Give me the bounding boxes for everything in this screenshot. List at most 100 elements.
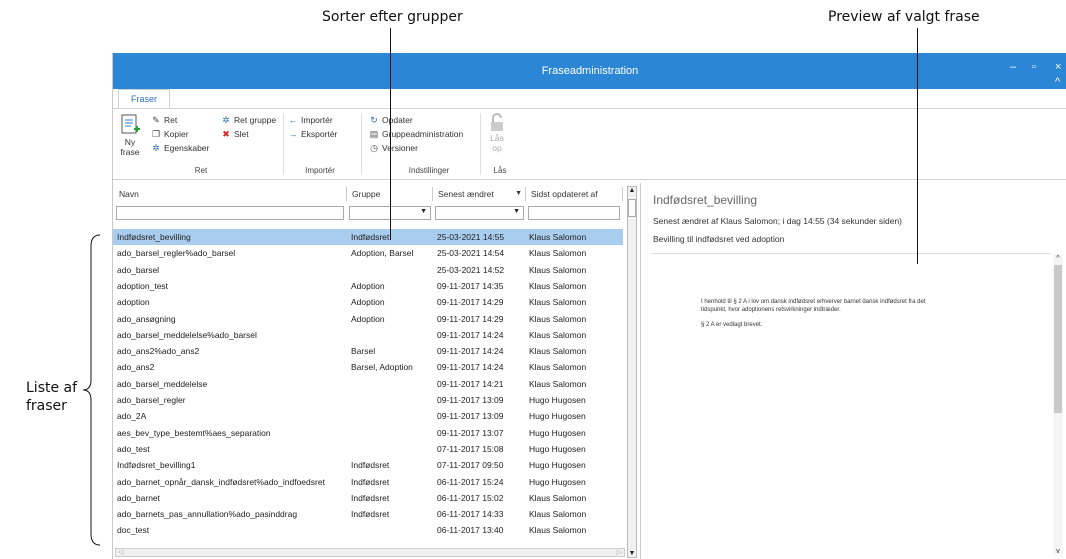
cell-navn: aes_bev_type_bestemt%aes_separation [117, 427, 271, 438]
copy-button[interactable]: ❐ Kopier [151, 129, 189, 139]
cell-af: Klaus Salomon [529, 248, 587, 259]
filter-navn-input[interactable] [116, 206, 344, 220]
table-row[interactable]: ado_ansøgning Adoption 09-11-2017 14:29 Kla… [113, 311, 623, 327]
cell-navn: ado_barsel_regler [117, 395, 186, 405]
cell-dato: 09-11-2017 13:09 [437, 411, 504, 422]
refresh-icon: ↻ [370, 115, 378, 125]
table-row[interactable]: ado_barnets_pas_annullation%ado_pasinddr… [113, 506, 623, 522]
clock-icon: ◷ [370, 143, 378, 153]
table-row[interactable]: Indfødsret_bevilling Indfødsret 25-03-2021… [113, 229, 623, 245]
table-row[interactable]: aes_bev_type_bestemt%aes_separation 09-11… [113, 425, 623, 441]
scroll-down-icon[interactable]: v [1053, 548, 1063, 555]
scroll-thumb[interactable] [628, 199, 636, 217]
maximize-button[interactable]: ▫ [1032, 62, 1036, 73]
ribbon: Ny frase ✎ Ret ❐ Kopier ✲ Egenskaber ✲ Ret g… [113, 108, 1066, 180]
table-row[interactable]: ado_ans2 Barsel, Adoption 09-11-2017 14:24… [113, 359, 623, 375]
scroll-thumb[interactable] [1054, 265, 1062, 413]
cell-navn: ado_barsel_meddelelse%ado_barsel [117, 329, 257, 340]
table-row[interactable]: ado_barnet_opnår_dansk_indfødsret%ado_in… [113, 474, 623, 490]
cell-af: Klaus Salomon [529, 346, 587, 357]
list-scrollbar[interactable]: ▲ ▼ [627, 186, 637, 558]
new-phrase-button[interactable]: Ny frase [119, 113, 141, 157]
annotation-line-sort [390, 28, 391, 240]
cell-navn: ado_barsel_meddelelse [117, 378, 208, 389]
table-row[interactable]: ado_barsel 25-03-2021 14:52 Klaus Salomon [113, 262, 623, 278]
scroll-left-icon[interactable]: ◁ [118, 548, 123, 556]
cell-navn: ado_ans2 [117, 362, 155, 373]
cell-dato: 25-03-2021 14:54 [437, 248, 505, 259]
cell-navn: adoption_test [117, 280, 169, 291]
cell-af: Hugo Hugosen [529, 411, 586, 422]
collapse-ribbon-button[interactable]: ^ [1055, 77, 1060, 88]
cell-af: Klaus Salomon [529, 264, 587, 275]
arrow-right-icon: → [288, 129, 298, 139]
table-row[interactable]: ado_barsel_meddelelse 09-11-2017 14:21 Kla… [113, 376, 623, 392]
filter-senest-select[interactable]: ▼ [435, 206, 524, 220]
properties-button[interactable]: ✲ Egenskaber [151, 143, 209, 153]
table-row[interactable]: ado_barnet Indfødsret 06-11-2017 15:02 Klau… [113, 490, 623, 506]
cell-dato: 09-11-2017 14:24 [437, 346, 504, 357]
import-button[interactable]: ← Importér [288, 115, 333, 125]
tab-fraser[interactable]: Fraser [118, 89, 170, 108]
unlock-label-2: op [492, 143, 502, 153]
edit-button[interactable]: ✎ Ret [151, 115, 177, 125]
edit-group-button[interactable]: ✲ Ret gruppe [221, 115, 276, 125]
column-header-senest-label: Senest ændret [438, 189, 494, 199]
table-row[interactable]: adoption Adoption 09-11-2017 14:29 Klaus Sa… [113, 294, 623, 310]
table-row[interactable]: doc_test 06-11-2017 13:40 Klaus Salomon [113, 522, 623, 538]
table-row[interactable]: ado_ans2%ado_ans2 Barsel 09-11-2017 14:24 K… [113, 343, 623, 359]
copy-label: Kopier [164, 129, 189, 139]
unlock-label-1: Lås [490, 133, 504, 143]
horizontal-scrollbar[interactable]: ◁ ▷ [115, 548, 625, 557]
ribbon-separator [361, 113, 362, 175]
group-admin-label: Gruppeadministration [382, 129, 464, 139]
table-row[interactable]: ado_barsel_regler 09-11-2017 13:09 Hugo Hu… [113, 392, 623, 408]
delete-button[interactable]: ✖ Slet [221, 129, 248, 139]
cell-navn: ado_barnet [117, 492, 161, 503]
filter-sidst-input[interactable] [528, 206, 620, 220]
scroll-down-icon[interactable]: ▼ [628, 550, 636, 557]
export-button[interactable]: → Eksportér [288, 129, 338, 139]
scroll-up-icon[interactable]: ▲ [628, 187, 636, 194]
preview-body-line3: § 2 A er vedlagt brevet. [701, 322, 763, 328]
annotation-preview: Preview af valgt frase [828, 9, 980, 25]
preview-body-line1: I henhold til § 2 A i lov om dansk indfø… [701, 299, 926, 305]
annotation-brace [82, 234, 101, 546]
table-row[interactable]: ado_barsel_regler%ado_barsel Adoption, Ba… [113, 245, 623, 261]
ribbon-separator [283, 113, 284, 175]
cell-af: Hugo Hugosen [529, 443, 586, 454]
table-row[interactable]: ado_test 07-11-2017 15:08 Hugo Hugosen [113, 441, 623, 457]
scroll-up-icon[interactable]: ^ [1053, 255, 1063, 262]
column-header-sidst[interactable]: Sidst opdateret af [527, 187, 623, 201]
cell-dato: 06-11-2017 15:24 [437, 476, 504, 487]
group-admin-button[interactable]: ▤ Gruppeadministration [369, 129, 464, 139]
group-label-importer: Importér [305, 166, 335, 175]
delete-icon: ✖ [222, 129, 230, 139]
table-row[interactable]: ado_2A 09-11-2017 13:09 Hugo Hugosen [113, 408, 623, 424]
versions-button[interactable]: ◷ Versioner [369, 143, 418, 153]
table-row[interactable]: adoption_test Adoption 09-11-2017 14:35 Kla… [113, 278, 623, 294]
edit-label: Ret [164, 115, 178, 125]
cell-gruppe: Indfødsret [351, 460, 390, 471]
new-phrase-label-2: frase [120, 147, 140, 157]
cell-af: Hugo Hugosen [529, 427, 586, 438]
cell-gruppe: Indfødsret [351, 232, 390, 242]
table-row[interactable]: Indfødsret_bevilling1 Indfødsret 07-11-201… [113, 457, 623, 473]
cell-af: Klaus Salomon [529, 362, 587, 373]
close-button[interactable]: × [1055, 62, 1061, 73]
preview-scrollbar[interactable]: ^ v [1053, 255, 1063, 555]
table-row[interactable]: ado_barsel_meddelelse%ado_barsel 09-11-20… [113, 327, 623, 343]
group-label-laas: Lås [493, 166, 507, 175]
scroll-right-icon[interactable]: ▷ [617, 548, 622, 556]
cell-dato: 09-11-2017 14:29 [437, 297, 504, 308]
chevron-down-icon: ▼ [420, 208, 427, 215]
column-header-senest[interactable]: Senest ændret ▼ [434, 187, 526, 201]
unlock-button[interactable]: Lås op [489, 113, 505, 153]
document-icon: ▤ [369, 129, 379, 139]
minimize-button[interactable]: ‒ [1010, 62, 1016, 73]
versions-label: Versioner [382, 143, 418, 153]
column-header-navn[interactable]: Navn [115, 187, 347, 201]
cell-af: Klaus Salomon [529, 525, 587, 536]
cell-af: Klaus Salomon [529, 492, 587, 503]
cell-af: Klaus Salomon [529, 378, 587, 389]
